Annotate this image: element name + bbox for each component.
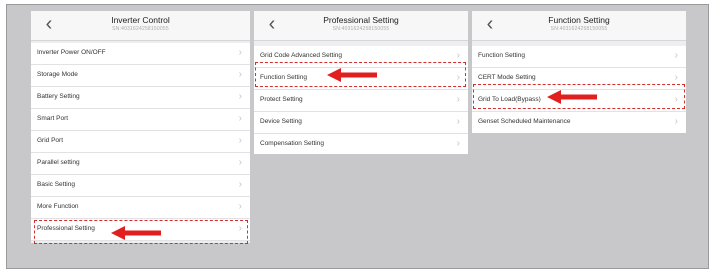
menu-item-label: Parallel setting — [37, 159, 80, 166]
chevron-right-icon: › — [238, 113, 242, 124]
chevron-right-icon: › — [238, 201, 242, 212]
chevron-right-icon: › — [238, 157, 242, 168]
menu-item-smart-port[interactable]: Smart Port › — [31, 109, 250, 131]
menu-item-label: Battery Setting — [37, 93, 80, 100]
menu-item-label: Smart Port — [37, 115, 69, 122]
menu-item-compensation-setting[interactable]: Compensation Setting › — [254, 134, 468, 154]
panel-header: ‹ Professional Setting SN:40316242581500… — [254, 11, 468, 41]
menu-item-genset-maintenance[interactable]: Genset Scheduled Maintenance › — [472, 112, 686, 133]
menu-item-label: Inverter Power ON/OFF — [37, 49, 106, 56]
menu-item-more-function[interactable]: More Function › — [31, 197, 250, 219]
menu-item-label: Protect Setting — [260, 96, 303, 103]
menu-item-label: Storage Mode — [37, 71, 78, 78]
serial-number: SN:4031624258150055 — [332, 26, 390, 32]
menu-item-basic-setting[interactable]: Basic Setting › — [31, 175, 250, 197]
menu-item-function-setting[interactable]: Function Setting › — [472, 46, 686, 68]
chevron-right-icon: › — [456, 116, 460, 127]
chevron-right-icon: › — [238, 69, 242, 80]
chevron-right-icon: › — [456, 138, 460, 149]
panel-function-setting: ‹ Function Setting SN:4031624258150055 F… — [472, 11, 686, 133]
menu-item-parallel-setting[interactable]: Parallel setting › — [31, 153, 250, 175]
serial-number: SN:4031624258150055 — [550, 26, 608, 32]
chevron-right-icon: › — [238, 91, 242, 102]
chevron-right-icon: › — [674, 116, 678, 127]
menu-item-storage-mode[interactable]: Storage Mode › — [31, 65, 250, 87]
page-title: Function Setting — [548, 15, 610, 25]
panel-header: ‹ Function Setting SN:4031624258150055 — [472, 11, 686, 41]
red-arrow-icon — [547, 90, 597, 104]
menu-item-grid-port[interactable]: Grid Port › — [31, 131, 250, 153]
chevron-right-icon: › — [674, 50, 678, 61]
screenshot-frame: ‹ Inverter Control SN:4031624258150055 I… — [6, 4, 709, 269]
menu-item-label: Compensation Setting — [260, 140, 324, 147]
page-title: Professional Setting — [323, 15, 399, 25]
menu-list: Inverter Power ON/OFF › Storage Mode › B… — [31, 43, 250, 241]
menu-item-protect-setting[interactable]: Protect Setting › — [254, 90, 468, 112]
menu-item-label: Function Setting — [478, 52, 525, 59]
chevron-right-icon: › — [456, 50, 460, 61]
panel-inverter-control: ‹ Inverter Control SN:4031624258150055 I… — [31, 11, 250, 243]
chevron-right-icon: › — [238, 47, 242, 58]
menu-item-battery-setting[interactable]: Battery Setting › — [31, 87, 250, 109]
menu-item-label: More Function — [37, 203, 79, 210]
chevron-right-icon: › — [238, 179, 242, 190]
menu-item-label: Genset Scheduled Maintenance — [478, 118, 571, 125]
red-arrow-icon — [327, 68, 377, 82]
chevron-right-icon: › — [238, 135, 242, 146]
menu-item-inverter-power[interactable]: Inverter Power ON/OFF › — [31, 43, 250, 65]
panel-header: ‹ Inverter Control SN:4031624258150055 — [31, 11, 250, 41]
menu-item-label: Device Setting — [260, 118, 302, 125]
serial-number: SN:4031624258150055 — [112, 26, 169, 32]
chevron-right-icon: › — [456, 94, 460, 105]
menu-item-label: Grid Code Advanced Setting — [260, 52, 343, 59]
page-title: Inverter Control — [111, 15, 170, 25]
chevron-right-icon: › — [674, 72, 678, 83]
menu-item-label: CERT Mode Setting — [478, 74, 536, 81]
menu-item-label: Basic Setting — [37, 181, 75, 188]
menu-item-device-setting[interactable]: Device Setting › — [254, 112, 468, 134]
menu-item-label: Grid Port — [37, 137, 64, 144]
red-arrow-icon — [111, 226, 161, 240]
